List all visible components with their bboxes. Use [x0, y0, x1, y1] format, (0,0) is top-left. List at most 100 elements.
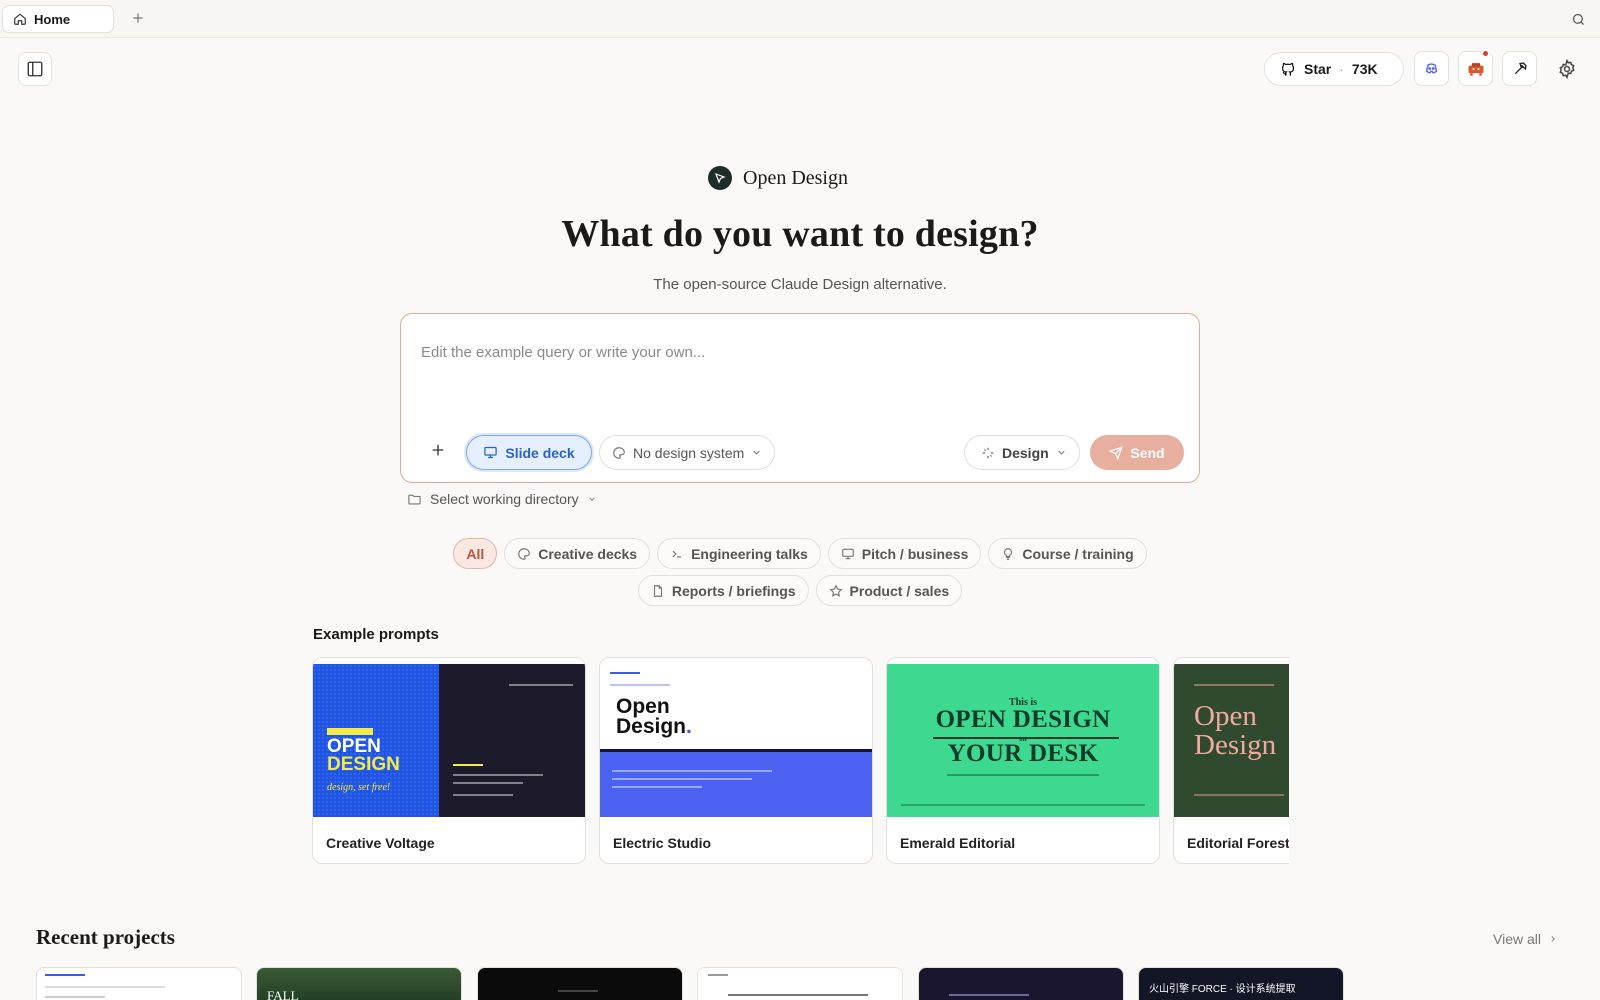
example-prompts-carousel: OPEN DESIGN design, set free! Creative V… [312, 657, 1289, 865]
tab-home[interactable]: Home [2, 5, 114, 33]
sidebar-toggle-button[interactable] [18, 52, 52, 86]
thumb-line-1: Open [616, 695, 670, 718]
thumb-line-2: YOUR DESK [947, 740, 1099, 767]
thumb-line-2: Design [1194, 729, 1277, 761]
thumb-line-2: Design [616, 715, 687, 738]
tab-bar: Home [0, 0, 1600, 38]
star-icon [829, 583, 843, 597]
recent-project-card[interactable] [36, 967, 242, 1000]
filter-product-sales[interactable]: Product / sales [815, 575, 963, 606]
recent-project-card[interactable]: FALL [256, 967, 462, 1000]
star-count: 73K [1351, 61, 1378, 77]
page-subtitle: The open-source Claude Design alternativ… [653, 276, 947, 293]
filter-all[interactable]: All [453, 538, 498, 569]
example-card-creative-voltage[interactable]: OPEN DESIGN design, set free! Creative V… [312, 657, 586, 864]
card-thumbnail: This is OPEN DESIGN on YOUR DESK [887, 664, 1159, 817]
view-all-label: View all [1493, 931, 1541, 947]
send-icon [1109, 445, 1124, 460]
filter-label: Course / training [1022, 545, 1134, 562]
filter-label: Engineering talks [691, 545, 808, 562]
thumb-dot: . [686, 715, 692, 738]
terminal-icon [672, 550, 682, 557]
plus-icon [133, 13, 143, 23]
recent-project-card[interactable]: 火山引擎 FORCE · 设计系统提取 [1138, 967, 1344, 1000]
filter-reports-briefings[interactable]: Reports / briefings [637, 575, 809, 606]
example-card-electric-studio[interactable]: Open Design. Electric Studio [599, 657, 873, 864]
example-card-editorial-forest[interactable]: Open Design Editorial Forest [1173, 657, 1289, 864]
card-label: Creative Voltage [326, 835, 435, 851]
chevron-down-icon [1058, 450, 1065, 455]
filter-pitch-business[interactable]: Pitch / business [827, 538, 982, 569]
open-design-logo-icon [708, 166, 732, 190]
filter-course-training[interactable]: Course / training [988, 538, 1147, 569]
example-prompts-title: Example prompts [313, 626, 439, 643]
chevron-right-icon [1551, 936, 1555, 942]
view-all-link[interactable]: View all [1493, 931, 1558, 947]
search-button[interactable] [1568, 9, 1588, 29]
palette-icon [613, 446, 625, 459]
card-thumbnail: Open Design [1174, 664, 1289, 817]
brand-name: Open Design [743, 166, 848, 189]
monitor-icon [841, 548, 854, 559]
design-system-select[interactable]: No design system [599, 435, 775, 470]
prompt-input[interactable] [421, 344, 1161, 361]
new-tab-button[interactable] [128, 8, 148, 28]
thumb-line-1: Open [1194, 700, 1257, 732]
example-card-emerald-editorial[interactable]: This is OPEN DESIGN on YOUR DESK Emerald… [886, 657, 1160, 864]
design-mode-label: Design [1002, 444, 1049, 461]
recent-project-label: 火山引擎 FORCE · 设计系统提取 [1149, 984, 1296, 995]
recent-project-card[interactable] [918, 967, 1124, 1000]
recent-projects-title: Recent projects [36, 925, 175, 949]
design-mode-select[interactable]: Design [964, 435, 1080, 470]
working-directory-select[interactable]: Select working directory [407, 491, 597, 507]
discord-icon [1425, 63, 1438, 74]
category-filters: All Creative decks Engineering talks Pit… [0, 538, 1600, 612]
thumb-line-1: OPEN DESIGN [935, 706, 1111, 733]
card-thumbnail: OPEN DESIGN design, set free! [313, 664, 585, 817]
working-directory-label: Select working directory [430, 491, 579, 507]
recent-project-card[interactable] [477, 967, 683, 1000]
design-system-label: No design system [633, 444, 745, 461]
page-title: What do you want to design? [561, 213, 1039, 255]
search-icon [1572, 13, 1584, 25]
filter-creative-decks[interactable]: Creative decks [504, 538, 651, 569]
monitor-icon [484, 446, 498, 459]
filter-label: All [466, 545, 485, 562]
mode-chip-label: Slide deck [505, 444, 575, 461]
card-label: Emerald Editorial [900, 835, 1016, 851]
gear-icon [1559, 59, 1575, 79]
chevron-down-icon [588, 497, 595, 501]
filter-label: Product / sales [849, 582, 950, 599]
home-icon [14, 13, 26, 25]
discord-button[interactable] [1414, 51, 1449, 86]
tools-button[interactable] [1502, 51, 1537, 86]
sparkle-icon [982, 447, 994, 458]
github-icon [1281, 62, 1295, 76]
github-star-button[interactable]: Star · 73K [1264, 52, 1404, 86]
pets-button[interactable] [1458, 49, 1493, 86]
notification-dot [1481, 49, 1490, 58]
folder-icon [408, 494, 421, 504]
recent-project-label: FALL [267, 988, 299, 1000]
card-thumbnail: Open Design. [600, 664, 872, 817]
pet-icon [1468, 62, 1483, 76]
settings-button[interactable] [1555, 57, 1579, 81]
attach-button[interactable] [427, 439, 449, 461]
prompt-composer: Slide deck No design system Design Send [400, 313, 1200, 483]
filter-label: Pitch / business [861, 545, 969, 562]
hammer-icon [1514, 61, 1527, 74]
plus-icon [432, 444, 444, 456]
recent-project-card[interactable] [697, 967, 903, 1000]
mode-chip-slide-deck[interactable]: Slide deck [466, 435, 592, 470]
thumb-line-2: DESIGN [327, 754, 400, 775]
sidebar-icon [27, 61, 43, 77]
filter-label: Reports / briefings [671, 582, 796, 599]
card-label: Editorial Forest [1187, 835, 1289, 851]
send-button[interactable]: Send [1090, 435, 1184, 470]
thumb-script: design, set free! [327, 782, 391, 793]
lightbulb-icon [1004, 547, 1013, 560]
document-icon [653, 584, 662, 597]
filter-engineering-talks[interactable]: Engineering talks [657, 538, 821, 569]
palette-icon [518, 547, 531, 560]
card-label: Electric Studio [613, 835, 712, 851]
